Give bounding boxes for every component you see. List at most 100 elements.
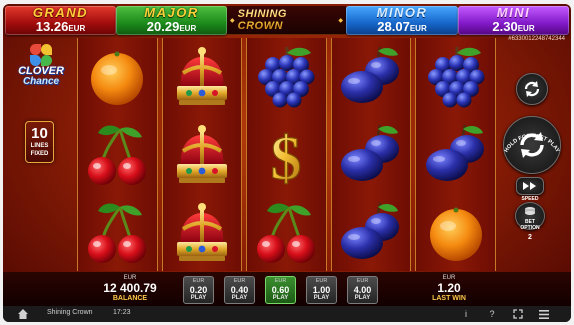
autoplay-icon (524, 81, 540, 97)
plums-symbol (332, 38, 411, 115)
help-icon[interactable]: ? (485, 307, 499, 321)
lines-fixed-label: FIXED (30, 151, 49, 157)
jackpot-grand-value: 13.26 (35, 19, 69, 34)
balance-display: EUR 12 400.79 BALANCE (89, 275, 171, 303)
grapes-symbol (416, 38, 495, 115)
svg-text:$: $ (271, 125, 302, 193)
last-win-value: 1.20 (437, 281, 461, 295)
crown-icon (176, 124, 227, 183)
speed-button[interactable] (516, 177, 544, 195)
bet-play-label: PLAY (272, 295, 289, 301)
lines-label: LINES (30, 143, 49, 149)
reel-5 (415, 38, 496, 271)
grapes-symbol (247, 38, 326, 115)
plums-icon (341, 46, 400, 103)
game-id: #6330012248742344 (508, 36, 565, 42)
jackpot-mini-name: MINI (496, 6, 531, 20)
clover-chance-logo: CLOVER Chance (15, 44, 67, 94)
plums-icon (341, 124, 400, 181)
reels-grid: $ (77, 38, 496, 271)
bet-value: 0.20 (189, 285, 208, 295)
orange-icon (429, 207, 482, 261)
cherries-icon (257, 203, 316, 263)
crown-symbol (163, 38, 242, 115)
crown-icon (176, 46, 227, 105)
plums-icon (341, 202, 400, 259)
jackpot-grand: GRAND 13.26EUR (5, 6, 116, 35)
menu-icon[interactable] (537, 307, 551, 321)
bet-value: 4.00 (353, 285, 372, 295)
plums-symbol (416, 116, 495, 193)
bet-play-label: PLAY (354, 295, 371, 301)
jackpot-minor: MINOR 28.07EUR (346, 6, 458, 35)
reel-3: $ (246, 38, 327, 271)
clover-icon (30, 44, 52, 66)
system-bar: Shining Crown 17:23 i ? (3, 306, 571, 322)
title-banner: ◆ SHINING CROWN ◆ (227, 6, 346, 35)
orange-icon (91, 51, 144, 105)
cherries-icon (88, 125, 147, 185)
jackpot-major-name: MAJOR (144, 6, 199, 20)
bet-value: 1.00 (312, 285, 331, 295)
plums-symbol (332, 116, 411, 193)
cherries-symbol (78, 116, 157, 193)
bet-currency: EUR (356, 278, 369, 284)
jackpot-minor-currency: EUR (409, 24, 427, 33)
grapes-icon (427, 46, 485, 107)
lines-fixed-badge: 10 LINES FIXED (25, 121, 54, 163)
bet-button[interactable]: EUR 0.40 PLAY (224, 276, 255, 304)
bet-currency: EUR (233, 278, 246, 284)
bet-button[interactable]: EUR 0.20 PLAY (183, 276, 214, 304)
bet-button[interactable]: EUR 1.00 PLAY (306, 276, 337, 304)
ornament-icon: ◆ (230, 17, 235, 24)
grapes-icon (258, 46, 315, 107)
bet-value: 0.40 (230, 285, 249, 295)
ornament-icon: ◆ (338, 17, 343, 24)
system-clock: 17:23 (113, 309, 131, 316)
cherries-icon (88, 203, 147, 263)
bet-button[interactable]: EUR 4.00 PLAY (347, 276, 378, 304)
cherries-symbol (247, 194, 326, 271)
crown-symbol (163, 194, 242, 271)
bet-button[interactable]: EUR 0.60 PLAY (265, 276, 296, 304)
bet-value: 0.60 (271, 285, 290, 295)
plums-symbol (332, 194, 411, 271)
fast-forward-icon (523, 182, 536, 190)
bet-play-label: PLAY (231, 295, 248, 301)
bet-currency: EUR (192, 278, 205, 284)
bet-play-label: PLAY (313, 295, 330, 301)
orange-symbol (416, 194, 495, 271)
game-title: SHINING CROWN (238, 8, 336, 32)
dollar-symbol: $ (247, 116, 326, 193)
jackpot-minor-value: 28.07 (377, 19, 410, 34)
plums-icon (425, 124, 484, 181)
game-screen: GRAND 13.26EUR MAJOR 20.29EUR ◆ SHINING … (3, 4, 571, 322)
jackpot-mini: MINI 2.30EUR (458, 6, 569, 35)
last-win-display: EUR 1.20 LAST WIN (421, 275, 477, 303)
info-icon[interactable]: i (459, 307, 473, 321)
autoplay-button[interactable] (516, 73, 548, 105)
bottom-bar: EUR 12 400.79 BALANCE EUR 0.20 PLAY EUR 0.40… (3, 272, 571, 306)
jackpot-mini-currency: EUR (517, 24, 535, 33)
balance-value: 12 400.79 (103, 281, 157, 295)
logo-text-chance: Chance (22, 76, 60, 87)
reel-4 (330, 38, 412, 271)
lines-count: 10 (31, 125, 48, 142)
spin-button[interactable] (503, 116, 561, 174)
bet-option-value: 2 (528, 234, 532, 241)
bet-play-label: PLAY (190, 295, 207, 301)
jackpot-minor-name: MINOR (376, 6, 428, 20)
bet-currency: EUR (274, 278, 287, 284)
system-game-name: Shining Crown (47, 309, 93, 316)
crown-symbol (163, 116, 242, 193)
reel-1 (77, 38, 158, 271)
coin-stack-icon (525, 206, 535, 215)
jackpot-grand-name: GRAND (32, 6, 89, 20)
jackpot-mini-value: 2.30 (492, 19, 518, 34)
dollar-icon: $ (270, 124, 302, 193)
last-win-label: LAST WIN (432, 295, 466, 302)
home-icon[interactable] (17, 308, 29, 320)
orange-symbol (78, 38, 157, 115)
jackpot-major-value: 20.29 (146, 19, 180, 34)
fullscreen-icon[interactable] (511, 307, 525, 321)
